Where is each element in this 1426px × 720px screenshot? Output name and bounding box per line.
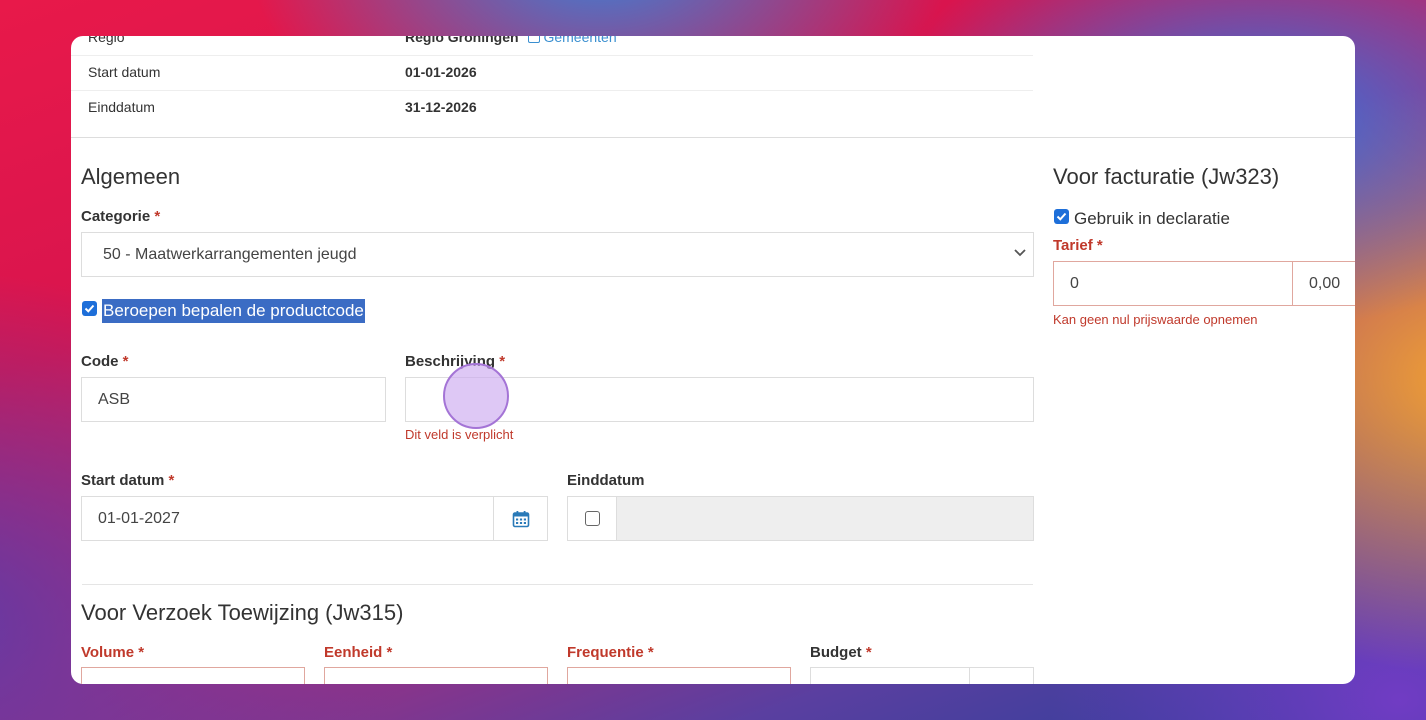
frequency-label-text: Frequentie <box>567 644 644 661</box>
volume-label-text: Volume <box>81 644 135 661</box>
tariff-error: Kan geen nul prijswaarde opnemen <box>1053 312 1258 327</box>
required-mark: * <box>168 472 175 489</box>
gemeenten-link[interactable]: Gemeenten <box>528 36 617 45</box>
start-date-value: 01-01-2026 <box>405 64 477 80</box>
info-row-region: Regio Regio Groningen Gemeenten <box>71 36 1033 56</box>
required-mark: * <box>386 644 393 661</box>
start-date-input-value: 01-01-2027 <box>98 509 180 527</box>
tariff-input[interactable]: 0 <box>1053 261 1294 306</box>
chevron-down-icon <box>1014 249 1026 257</box>
frequency-select[interactable] <box>567 667 791 684</box>
section-title-billing: Voor facturatie (Jw323) <box>1053 164 1280 189</box>
category-select[interactable]: 50 - Maatwerkarrangementen jeugd <box>81 232 1034 277</box>
start-date-label: Start datum <box>88 64 161 80</box>
tariff-label-text: Tarief <box>1053 237 1093 254</box>
tariff-display-value: 0,00 <box>1309 274 1341 292</box>
end-date-value: 31-12-2026 <box>405 99 477 115</box>
region-name: Regio Groningen <box>405 36 519 45</box>
end-date-field-label: Einddatum <box>567 472 645 489</box>
budget-label: Budget * <box>810 644 872 661</box>
description-error: Dit veld is verplicht <box>405 427 514 442</box>
budget-addon <box>969 667 1034 684</box>
category-label-text: Categorie <box>81 208 151 225</box>
category-label: Categorie * <box>81 208 160 225</box>
code-input-value: ASB <box>98 390 131 408</box>
budget-label-text: Budget <box>810 644 862 661</box>
tariff-input-value: 0 <box>1070 274 1079 292</box>
checkmark-icon <box>84 304 95 313</box>
section-separator <box>82 584 1033 585</box>
municipalities-icon <box>528 36 541 43</box>
tariff-display: 0,00 <box>1292 261 1355 306</box>
required-mark: * <box>138 644 145 661</box>
region-value: Regio Groningen Gemeenten <box>405 36 617 45</box>
section-divider <box>71 137 1355 138</box>
required-mark: * <box>1096 237 1103 254</box>
required-mark: * <box>499 353 506 370</box>
use-in-declaration-label[interactable]: Gebruik in declaratie <box>1074 209 1230 229</box>
volume-input[interactable] <box>81 667 305 684</box>
required-mark: * <box>865 644 872 661</box>
end-date-input <box>616 496 1034 541</box>
professions-checkbox[interactable] <box>82 301 97 316</box>
code-input[interactable]: ASB <box>81 377 386 422</box>
start-date-input[interactable]: 01-01-2027 <box>81 496 494 541</box>
gemeenten-link-label: Gemeenten <box>543 36 617 45</box>
start-date-field-label-text: Start datum <box>81 472 165 489</box>
calendar-icon <box>512 510 529 527</box>
end-date-checkbox[interactable] <box>584 511 600 526</box>
section-title-general: Algemeen <box>81 164 181 189</box>
click-indicator <box>443 363 509 429</box>
calendar-button[interactable] <box>493 496 548 541</box>
section-title-assignment: Voor Verzoek Toewijzing (Jw315) <box>81 600 404 625</box>
unit-label: Eenheid * <box>324 644 392 661</box>
budget-input[interactable] <box>810 667 970 684</box>
volume-label: Volume * <box>81 644 144 661</box>
required-mark: * <box>122 353 129 370</box>
info-row-end-date: Einddatum 31-12-2026 <box>71 90 1033 125</box>
start-date-field-label: Start datum * <box>81 472 174 489</box>
end-date-toggle[interactable] <box>567 496 617 541</box>
use-in-declaration-checkbox[interactable] <box>1054 209 1069 224</box>
unit-select[interactable] <box>324 667 548 684</box>
required-mark: * <box>154 208 161 225</box>
code-label-text: Code <box>81 353 119 370</box>
frequency-label: Frequentie * <box>567 644 654 661</box>
required-mark: * <box>647 644 654 661</box>
tariff-label: Tarief * <box>1053 237 1103 254</box>
category-select-value: 50 - Maatwerkarrangementen jeugd <box>103 245 357 263</box>
info-row-start-date: Start datum 01-01-2026 <box>71 55 1033 91</box>
unit-label-text: Eenheid <box>324 644 383 661</box>
end-date-label: Einddatum <box>88 99 155 115</box>
checkmark-icon <box>1056 212 1067 221</box>
code-label: Code * <box>81 353 129 370</box>
region-label: Regio <box>88 36 125 45</box>
professions-checkbox-label[interactable]: Beroepen bepalen de productcode <box>102 299 365 323</box>
product-form-panel: Regio Regio Groningen Gemeenten Start da… <box>71 36 1355 684</box>
